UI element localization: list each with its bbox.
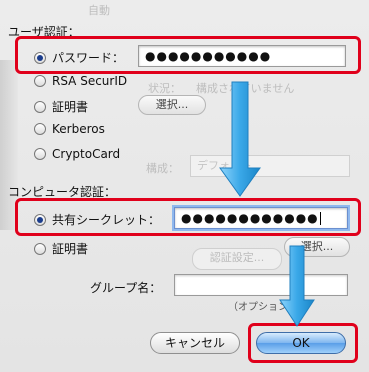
authentication-sheet: 自動 状況： 構成されていません 構成： デフォルト 認証設定... ユーザ認証… bbox=[0, 0, 369, 372]
instruction-arrows bbox=[219, 81, 315, 327]
arrow-down-to-ok bbox=[279, 245, 315, 327]
arrow-down-to-shared-secret bbox=[219, 81, 261, 197]
